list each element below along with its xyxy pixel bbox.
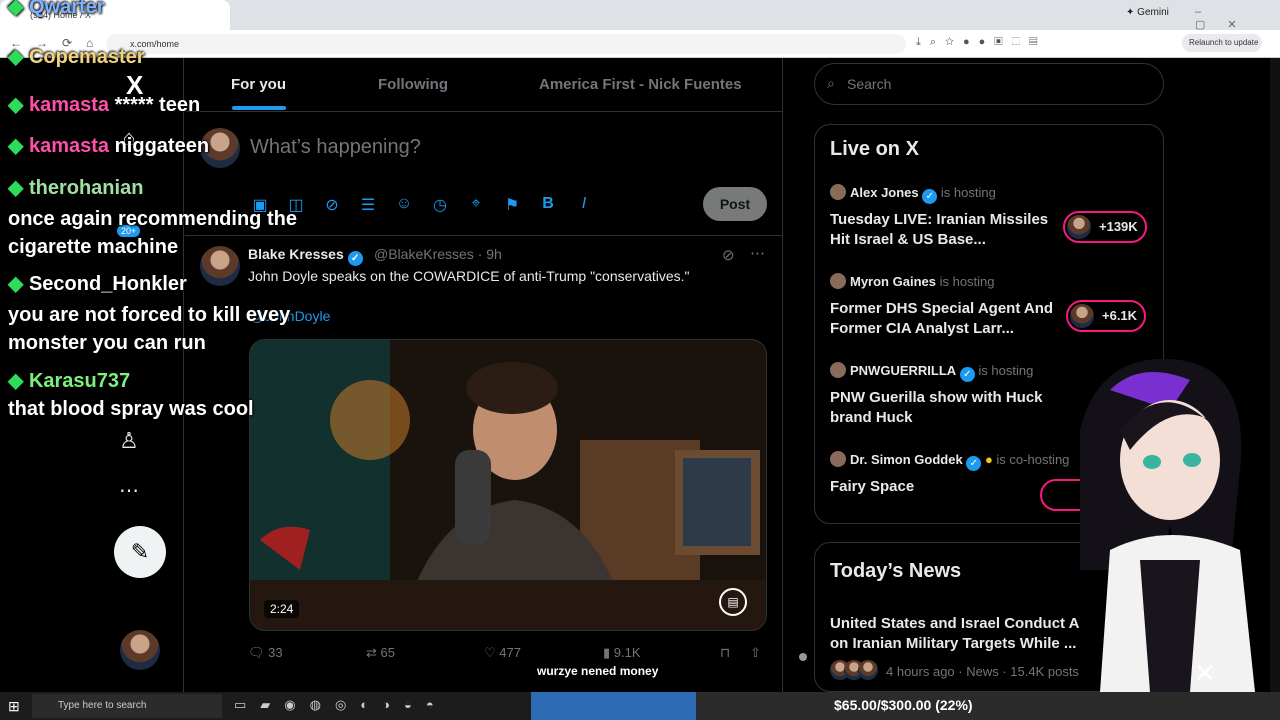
taskbar-app-icons[interactable]: ▭▰◉◍◎◐◑◒◓	[234, 697, 448, 713]
italic-icon[interactable]: I	[574, 195, 594, 215]
space-listeners-2[interactable]: +6.1K	[1066, 300, 1146, 332]
window-controls[interactable]: –▢✕	[1195, 6, 1280, 31]
chat-line-7-message: that blood spray was cool	[8, 398, 254, 420]
space-title-4[interactable]: Fairy Space	[830, 477, 1055, 497]
tab-following[interactable]: Following	[378, 76, 448, 93]
verified-icon: ✓	[959, 367, 975, 382]
account-avatar[interactable]	[120, 630, 160, 670]
poll-icon[interactable]: ☰	[358, 195, 378, 215]
compose-post-button[interactable]: ✎	[114, 526, 166, 578]
grok-tweet-icon[interactable]: ⊘	[722, 246, 735, 264]
donation-goal-fill	[531, 692, 696, 720]
schedule-icon[interactable]: ◷	[430, 195, 450, 215]
tweet-text: John Doyle speaks on the COWARDICE of an…	[248, 268, 690, 284]
grok-icon[interactable]: ⊘	[322, 195, 342, 215]
space-title-2[interactable]: Former DHS Special Agent And Former CIA …	[830, 299, 1055, 339]
search-icon: ⌕	[827, 75, 835, 91]
donation-goal-text: $65.00/$300.00 (22%)	[834, 697, 973, 713]
search-placeholder: Search	[847, 76, 892, 92]
relaunch-button[interactable]: Relaunch to update	[1182, 34, 1262, 52]
chat-line-3: ◆ kamasta ***** teen	[8, 94, 201, 116]
views-count[interactable]: ▮ 9.1K	[603, 645, 641, 661]
tweet-video[interactable]	[249, 339, 767, 631]
bookmark-button[interactable]: ⊓	[720, 645, 730, 661]
location-icon[interactable]: ⌖	[466, 195, 486, 215]
chat-line-6-message: you are not forced to kill evey monster …	[8, 304, 291, 354]
space-title-3[interactable]: PNW Guerilla show with Huck brand Huck	[830, 388, 1055, 428]
profile-label[interactable]: ✦ Gemini	[1126, 7, 1169, 18]
tab-list[interactable]: America First - Nick Fuentes	[539, 76, 742, 93]
flag-icon[interactable]: ⚑	[502, 195, 522, 215]
space-host-1[interactable]: Alex Jones ✓ is hosting	[830, 184, 996, 204]
address-bar[interactable]: x.com/home	[106, 34, 906, 54]
stream-subtitle: wurzye nened money	[534, 663, 662, 679]
verified-icon: ✓	[966, 456, 982, 471]
chat-line-7-user: ◆ Karasu737	[8, 370, 131, 392]
chat-line-4: ◆ kamasta niggateen	[8, 135, 210, 157]
more-icon[interactable]: ⋯	[114, 478, 144, 508]
space-title-1[interactable]: Tuesday LIVE: Iranian Missiles Hit Israe…	[830, 210, 1055, 250]
extension-icons[interactable]: ⤓⌕☆●●▣⬚▤	[916, 36, 1047, 49]
tweet-more-icon[interactable]: ⋯	[750, 244, 765, 262]
emoji-icon[interactable]: ☺	[394, 195, 414, 215]
news-card-title: Today’s News	[830, 560, 962, 582]
share-button[interactable]: ⇧	[750, 645, 761, 661]
vtuber-avatar	[1080, 358, 1255, 692]
active-tab-indicator	[232, 106, 286, 110]
profile-icon[interactable]: ♙	[114, 428, 144, 458]
news-avatars	[830, 660, 878, 682]
video-thumbnail	[250, 340, 766, 630]
verified-icon: ✓	[347, 251, 363, 266]
chat-line-2: ◆ Copemaster	[8, 46, 145, 68]
like-button[interactable]: ♡ 477	[484, 645, 521, 661]
chat-line-5-message: once again recommending the cigarette ma…	[8, 208, 297, 258]
space-host-2[interactable]: Myron Gaines is hosting	[830, 273, 995, 289]
live-card-title: Live on X	[830, 138, 919, 160]
page-scrollbar[interactable]	[1270, 58, 1280, 692]
post-button[interactable]: Post	[703, 187, 767, 221]
bold-icon[interactable]: B	[538, 195, 558, 215]
chat-line-5-user: ◆ therohanian	[8, 177, 144, 199]
verified-icon: ✓	[922, 189, 938, 204]
tweet-author-handle[interactable]: @BlakeKresses · 9h	[374, 246, 502, 262]
windows-start-icon[interactable]: ⊞	[8, 698, 20, 715]
video-overlay-icon[interactable]: ▤	[719, 588, 747, 616]
chat-line-1: ◆ Qwarter	[8, 0, 105, 18]
status-dot	[799, 653, 807, 661]
video-duration: 2:24	[264, 600, 300, 618]
space-host-4[interactable]: Dr. Simon Goddek ✓ ● is co-hosting	[830, 451, 1069, 471]
taskbar-search[interactable]: Type here to search	[32, 694, 222, 718]
repost-button[interactable]: ⇄ 65	[366, 645, 395, 661]
reply-button[interactable]: 🗨 33	[248, 645, 283, 661]
composer-input[interactable]: What’s happening?	[250, 136, 421, 159]
chat-line-6-user: ◆ Second_Honkler	[8, 273, 187, 295]
close-icon[interactable]: ✕	[1194, 658, 1216, 689]
space-listeners-1[interactable]: +139K	[1063, 211, 1147, 243]
tab-for-you[interactable]: For you	[231, 76, 286, 93]
space-host-3[interactable]: PNWGUERRILLA ✓ is hosting	[830, 362, 1033, 382]
